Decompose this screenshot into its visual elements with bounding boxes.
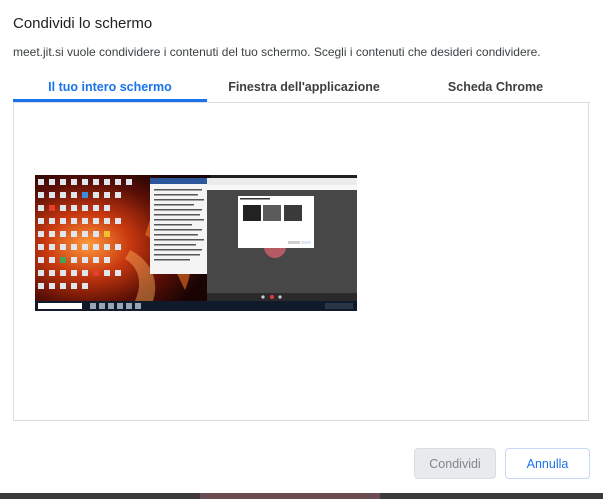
dialog-title: Condividi lo schermo bbox=[13, 15, 153, 32]
tab-bar: Il tuo intero schermo Finestra dell'appl… bbox=[13, 75, 590, 103]
screen-thumbnail[interactable] bbox=[35, 175, 357, 311]
cancel-button[interactable]: Annulla bbox=[505, 448, 590, 479]
source-picker-panel bbox=[13, 103, 589, 421]
share-screen-dialog: Condividi lo schermo meet.jit.si vuole c… bbox=[0, 0, 603, 499]
share-button[interactable]: Condividi bbox=[414, 448, 496, 479]
screen-preview-image bbox=[35, 175, 357, 311]
tab-application-window[interactable]: Finestra dell'applicazione bbox=[207, 75, 401, 101]
dialog-subtitle: meet.jit.si vuole condividere i contenut… bbox=[13, 45, 541, 59]
tab-entire-screen[interactable]: Il tuo intero schermo bbox=[13, 75, 207, 101]
background-mark bbox=[200, 493, 380, 499]
tab-chrome-tab[interactable]: Scheda Chrome bbox=[401, 75, 590, 101]
